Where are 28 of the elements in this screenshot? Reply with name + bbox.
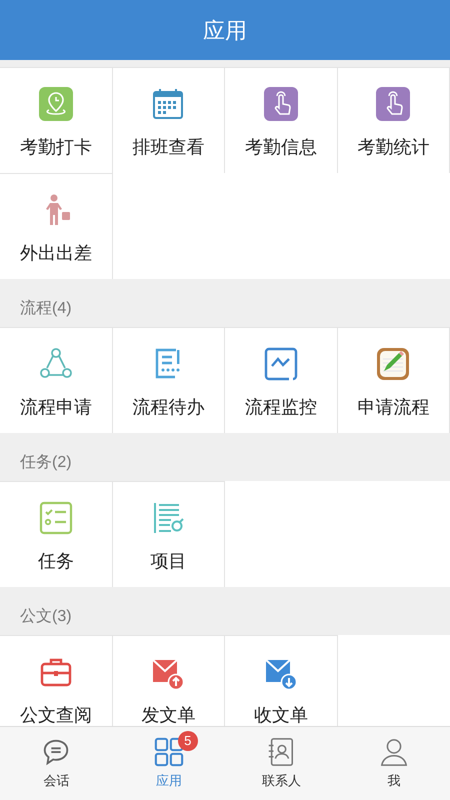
app-grid-icon xyxy=(154,737,184,767)
line-chart-icon xyxy=(262,346,299,382)
app-tile[interactable]: 流程待办 xyxy=(112,327,225,433)
tab[interactable]: 我 xyxy=(338,727,450,800)
app-tile[interactable]: 外出出差 xyxy=(0,173,112,279)
tab[interactable]: 联系人 xyxy=(225,727,338,800)
section-title: 流程(4) xyxy=(20,298,72,319)
count-badge: 5 xyxy=(178,731,198,751)
section-title: 任务(2) xyxy=(20,453,72,473)
app-tile[interactable]: 考勤打卡 xyxy=(0,67,112,173)
person-icon xyxy=(378,737,409,767)
app-tile[interactable]: 考勤统计 xyxy=(338,67,450,173)
header-title: 应用 xyxy=(203,16,247,44)
notepad-with-pencil-icon xyxy=(375,346,412,382)
section-title: 公文(3) xyxy=(20,606,72,627)
app-tile[interactable]: 排班查看 xyxy=(112,67,225,173)
app-tile[interactable]: 项目 xyxy=(112,481,225,587)
app-tile[interactable]: 流程监控 xyxy=(225,327,338,433)
tab[interactable]: 5 应用 xyxy=(112,727,225,800)
hand-pointer-icon xyxy=(262,86,299,122)
app-tile[interactable]: 流程申请 xyxy=(0,327,112,433)
app-tile[interactable]: 任务 xyxy=(0,481,112,587)
tab[interactable]: 会话 xyxy=(0,727,112,800)
app-tile[interactable]: 申请流程 xyxy=(338,327,450,433)
app-tile[interactable]: 考勤信息 xyxy=(225,67,338,173)
location-pin-icon xyxy=(38,86,74,122)
checklist-icon xyxy=(38,500,74,536)
hand-pointer-icon xyxy=(375,86,412,122)
